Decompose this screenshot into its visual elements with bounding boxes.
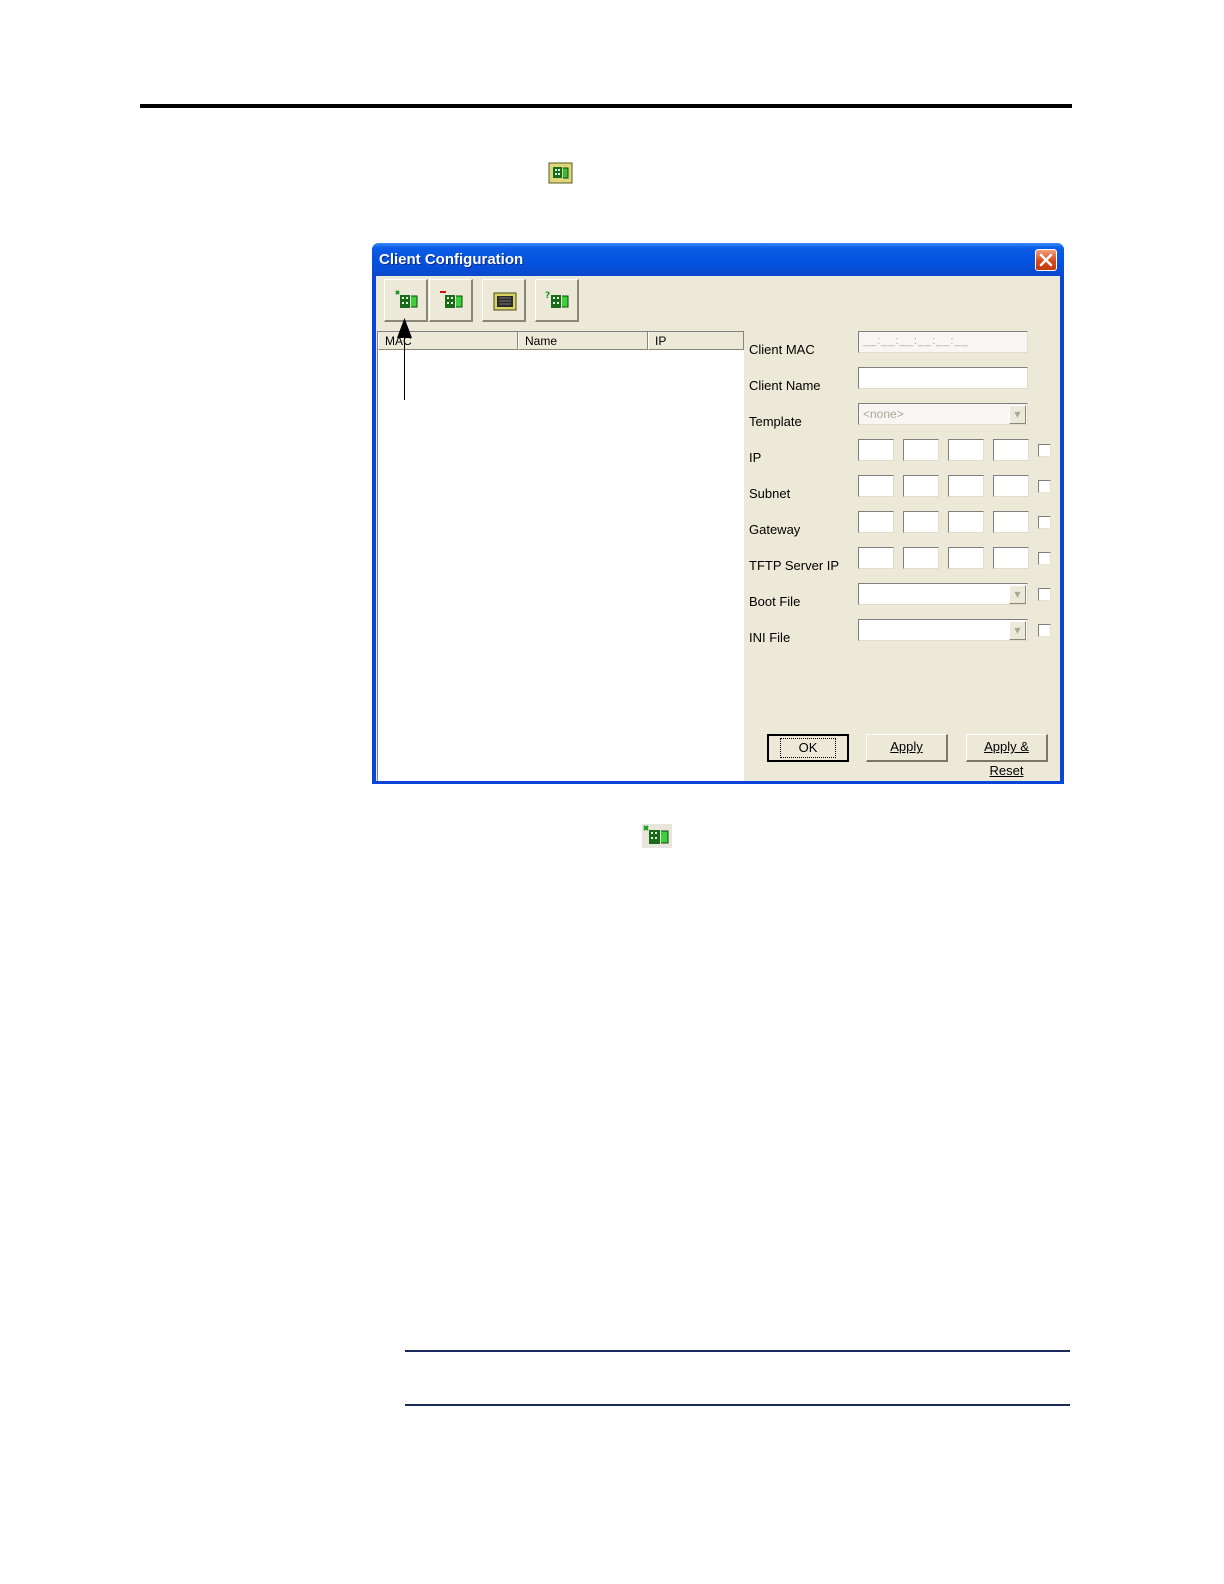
ok-button[interactable]: OK [767, 734, 849, 762]
template-label: Template [749, 414, 802, 429]
gateway-octet-3[interactable] [948, 511, 984, 533]
client-mac-input[interactable]: __:__:__:__:__:__ [858, 331, 1028, 353]
gateway-octet-1[interactable] [858, 511, 894, 533]
apply-reset-button[interactable]: Apply & Reset [966, 734, 1048, 778]
column-header-ip[interactable]: IP [648, 332, 744, 350]
client-name-input[interactable] [858, 367, 1028, 389]
subnet-label: Subnet [749, 486, 791, 501]
tftp-server-ip-label: TFTP Server IP [749, 558, 840, 573]
gateway-octet-2[interactable] [903, 511, 939, 533]
tftp-checkbox[interactable] [1038, 552, 1051, 565]
dialog-body: ? MAC Name IP Client MAC Client Name Tem… [376, 276, 1060, 781]
ip-octet-2[interactable] [903, 439, 939, 461]
ini-file-dropdown-arrow[interactable]: ▼ [1009, 621, 1026, 640]
ini-file-select[interactable]: ▼ [858, 619, 1028, 641]
client-mac-mask: __:__:__:__:__:__ [863, 335, 969, 347]
gateway-checkbox[interactable] [1038, 516, 1051, 529]
ip-octet-1[interactable] [858, 439, 894, 461]
svg-text:?: ? [545, 291, 550, 301]
boot-file-dropdown-arrow[interactable]: ▼ [1009, 585, 1026, 604]
gateway-octet-4[interactable] [993, 511, 1029, 533]
tftp-octet-2[interactable] [903, 547, 939, 569]
title-bar: Client Configuration [372, 243, 1064, 276]
ini-file-checkbox[interactable] [1038, 624, 1051, 637]
subnet-octet-1[interactable] [858, 475, 894, 497]
delete-client-button[interactable] [429, 279, 473, 322]
chevron-down-icon: ▼ [1014, 626, 1021, 635]
client-name-label: Client Name [749, 378, 821, 393]
subnet-octet-2[interactable] [903, 475, 939, 497]
callout-arrow-line [404, 330, 405, 400]
boot-file-label: Boot File [749, 594, 801, 609]
add-client-icon [642, 824, 672, 848]
gateway-label: Gateway [749, 522, 801, 537]
template-value: <none> [863, 407, 904, 421]
ip-checkbox[interactable] [1038, 444, 1051, 457]
delete-client-icon [440, 291, 463, 308]
add-client-icon [395, 290, 418, 308]
help-client-icon: ? [545, 291, 569, 308]
subnet-checkbox[interactable] [1038, 480, 1051, 493]
ip-octet-3[interactable] [948, 439, 984, 461]
top-rule [140, 104, 1072, 108]
client-mac-label: Client MAC [749, 342, 815, 357]
ip-label: IP [749, 450, 762, 465]
template-dropdown-arrow[interactable]: ▼ [1009, 405, 1026, 424]
ini-file-label: INI File [749, 630, 791, 645]
ip-octet-4[interactable] [993, 439, 1029, 461]
boot-file-select[interactable]: ▼ [858, 583, 1028, 605]
help-client-button[interactable]: ? [535, 279, 579, 322]
chevron-down-icon: ▼ [1014, 590, 1021, 599]
client-configuration-window: Client Configuration ? MAC Name IP Clien… [372, 243, 1064, 784]
chevron-down-icon: ▼ [1014, 410, 1021, 419]
tftp-octet-4[interactable] [993, 547, 1029, 569]
boot-file-checkbox[interactable] [1038, 588, 1051, 601]
subnet-octet-4[interactable] [993, 475, 1029, 497]
tftp-octet-3[interactable] [948, 547, 984, 569]
open-folder-button[interactable] [482, 279, 526, 322]
folder-icon [493, 292, 517, 311]
callout-arrow-head [397, 318, 412, 338]
add-client-button[interactable] [384, 279, 428, 322]
apply-button[interactable]: Apply [866, 734, 948, 762]
close-icon [1039, 253, 1053, 267]
client-icon [548, 162, 573, 184]
tftp-octet-1[interactable] [858, 547, 894, 569]
ok-button-label: OK [779, 738, 837, 758]
window-title: Client Configuration [379, 251, 524, 268]
note-top-rule [405, 1350, 1070, 1352]
template-select[interactable]: <none> ▼ [858, 403, 1028, 425]
column-header-name[interactable]: Name [518, 332, 648, 350]
subnet-octet-3[interactable] [948, 475, 984, 497]
client-list[interactable]: MAC Name IP [377, 331, 744, 781]
note-bottom-rule [405, 1404, 1070, 1406]
close-button[interactable] [1035, 249, 1057, 271]
